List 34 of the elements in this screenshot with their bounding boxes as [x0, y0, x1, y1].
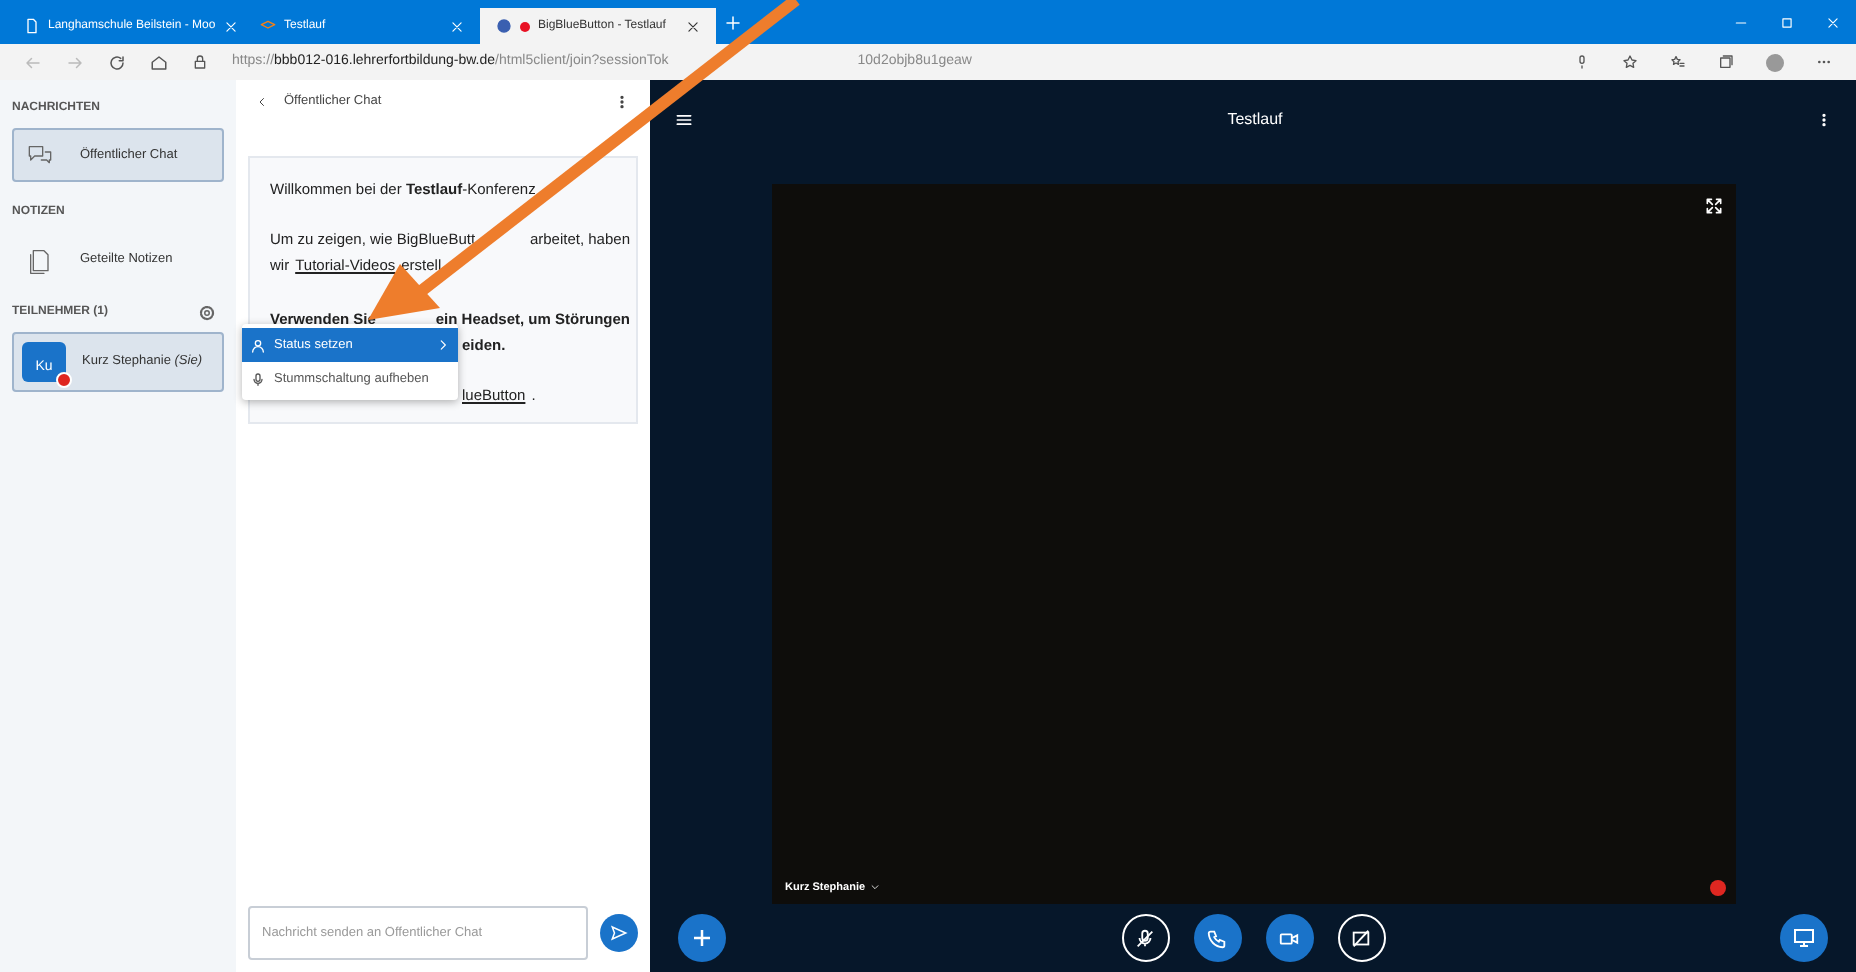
send-button[interactable]	[600, 914, 638, 952]
plus-icon[interactable]	[724, 13, 742, 31]
plus-icon	[690, 926, 714, 950]
camera-button[interactable]	[1265, 914, 1313, 962]
kebab-menu-icon[interactable]	[614, 94, 630, 110]
presentation-icon	[1792, 926, 1816, 950]
chevron-left-icon	[256, 96, 268, 108]
screen-button[interactable]	[1337, 914, 1385, 962]
favorites-icon[interactable]	[1670, 53, 1686, 71]
screen-share-icon	[1350, 927, 1372, 949]
muted-microphone-icon	[1134, 927, 1156, 949]
chevron-down-icon[interactable]	[869, 882, 880, 893]
user-icon	[250, 337, 266, 353]
menu-icon[interactable]	[674, 110, 694, 130]
restore-icon[interactable]	[1780, 15, 1794, 29]
page-icon	[24, 18, 40, 34]
phone-icon	[1206, 927, 1228, 949]
phone-button[interactable]	[1193, 914, 1241, 962]
close-icon[interactable]	[686, 19, 700, 33]
microphone-icon	[250, 371, 266, 387]
meeting-title: Testlauf	[1227, 108, 1283, 132]
microphone-icon[interactable]	[1574, 53, 1590, 71]
fullscreen-icon[interactable]	[1703, 196, 1723, 216]
lock-icon	[192, 54, 208, 70]
reload-icon[interactable]	[108, 53, 126, 71]
send-icon	[610, 924, 628, 942]
chevron-right-icon	[436, 338, 450, 352]
star-icon[interactable]	[1622, 53, 1638, 71]
home-icon[interactable]	[150, 53, 168, 71]
mic-button[interactable]	[1121, 914, 1169, 962]
collections-icon[interactable]	[1718, 53, 1734, 71]
profile-avatar[interactable]	[1766, 53, 1784, 71]
presentation-button[interactable]	[1780, 914, 1828, 962]
actions-button[interactable]	[678, 914, 726, 962]
